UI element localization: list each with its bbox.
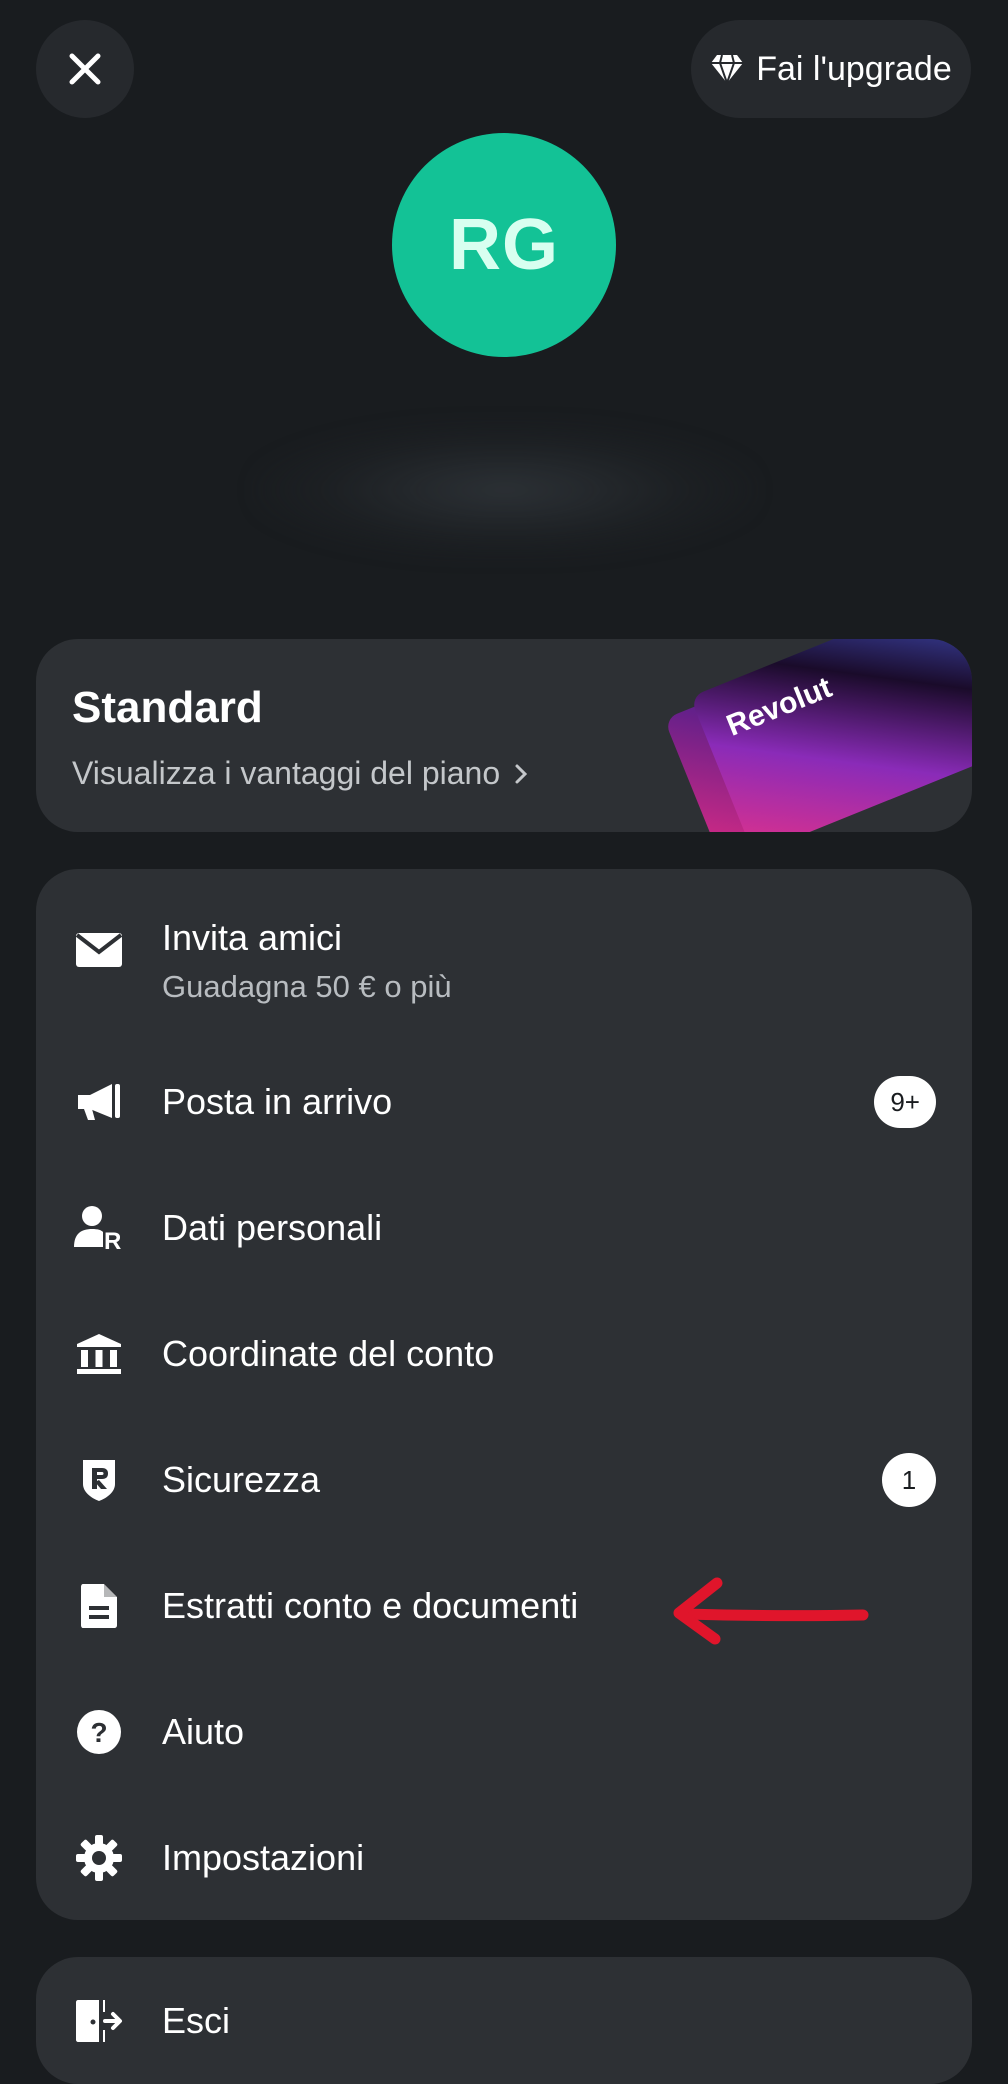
menu-item-label: Coordinate del conto <box>162 1333 495 1374</box>
notification-badge: 1 <box>882 1453 936 1507</box>
plan-title: Standard <box>72 683 263 732</box>
svg-text:?: ? <box>90 1717 107 1748</box>
avatar[interactable]: RG <box>392 133 616 357</box>
blurred-user-name <box>250 420 760 560</box>
menu-item-settings[interactable]: Impostazioni <box>36 1795 972 1921</box>
logout-door-icon <box>74 1996 124 2046</box>
menu-item-label: Dati personali <box>162 1207 383 1248</box>
menu-card: Invita amici Guadagna 50 € o più Posta i… <box>36 869 972 1920</box>
svg-text:R: R <box>104 1228 121 1251</box>
plan-card[interactable]: Standard Visualizza i vantaggi del piano <box>36 639 972 832</box>
gear-icon <box>74 1833 124 1883</box>
menu-item-invite-friends[interactable]: Invita amici Guadagna 50 € o più <box>36 885 972 1045</box>
notification-badge: 9+ <box>874 1076 936 1128</box>
envelope-icon <box>74 925 124 975</box>
close-icon <box>69 53 101 85</box>
plan-benefits-link[interactable]: Visualizza i vantaggi del piano <box>72 755 528 792</box>
menu-item-label: Impostazioni <box>162 1837 365 1878</box>
close-button[interactable] <box>36 20 134 118</box>
chevron-right-icon <box>515 764 528 783</box>
upgrade-label: Fai l'upgrade <box>756 49 952 88</box>
document-icon <box>74 1581 124 1631</box>
help-icon: ? <box>74 1707 124 1757</box>
menu-item-logout: Esci <box>36 1957 972 2084</box>
bank-icon <box>74 1329 124 1379</box>
plan-subtitle: Visualizza i vantaggi del piano <box>72 755 501 791</box>
annotation-arrow <box>673 1577 869 1645</box>
upgrade-button[interactable]: Fai l'upgrade <box>691 20 971 118</box>
menu-item-personal-data[interactable]: R Dati personali <box>36 1165 972 1291</box>
menu-item-help[interactable]: ? Aiuto <box>36 1669 972 1795</box>
revolut-card-illustration: Revolut <box>668 639 972 832</box>
menu-item-label: Invita amici <box>162 917 343 958</box>
menu-item-sublabel: Guadagna 50 € o più <box>162 969 452 1004</box>
menu-item-label: Estratti conto e documenti <box>162 1585 579 1626</box>
shield-r-icon <box>74 1455 124 1505</box>
user-r-icon: R <box>74 1203 124 1253</box>
menu-item-account-details[interactable]: Coordinate del conto <box>36 1291 972 1417</box>
menu-item-inbox[interactable]: Posta in arrivo 9+ <box>36 1039 972 1165</box>
logout-button[interactable]: Esci <box>36 1957 972 2084</box>
diamond-icon <box>711 54 744 84</box>
menu-item-label: Posta in arrivo <box>162 1081 393 1122</box>
menu-item-label: Sicurezza <box>162 1459 321 1500</box>
megaphone-icon <box>74 1077 124 1127</box>
avatar-initials: RG <box>449 205 559 285</box>
menu-item-label: Aiuto <box>162 1711 245 1752</box>
logout-label: Esci <box>162 1999 231 2041</box>
menu-item-security[interactable]: Sicurezza 1 <box>36 1417 972 1543</box>
